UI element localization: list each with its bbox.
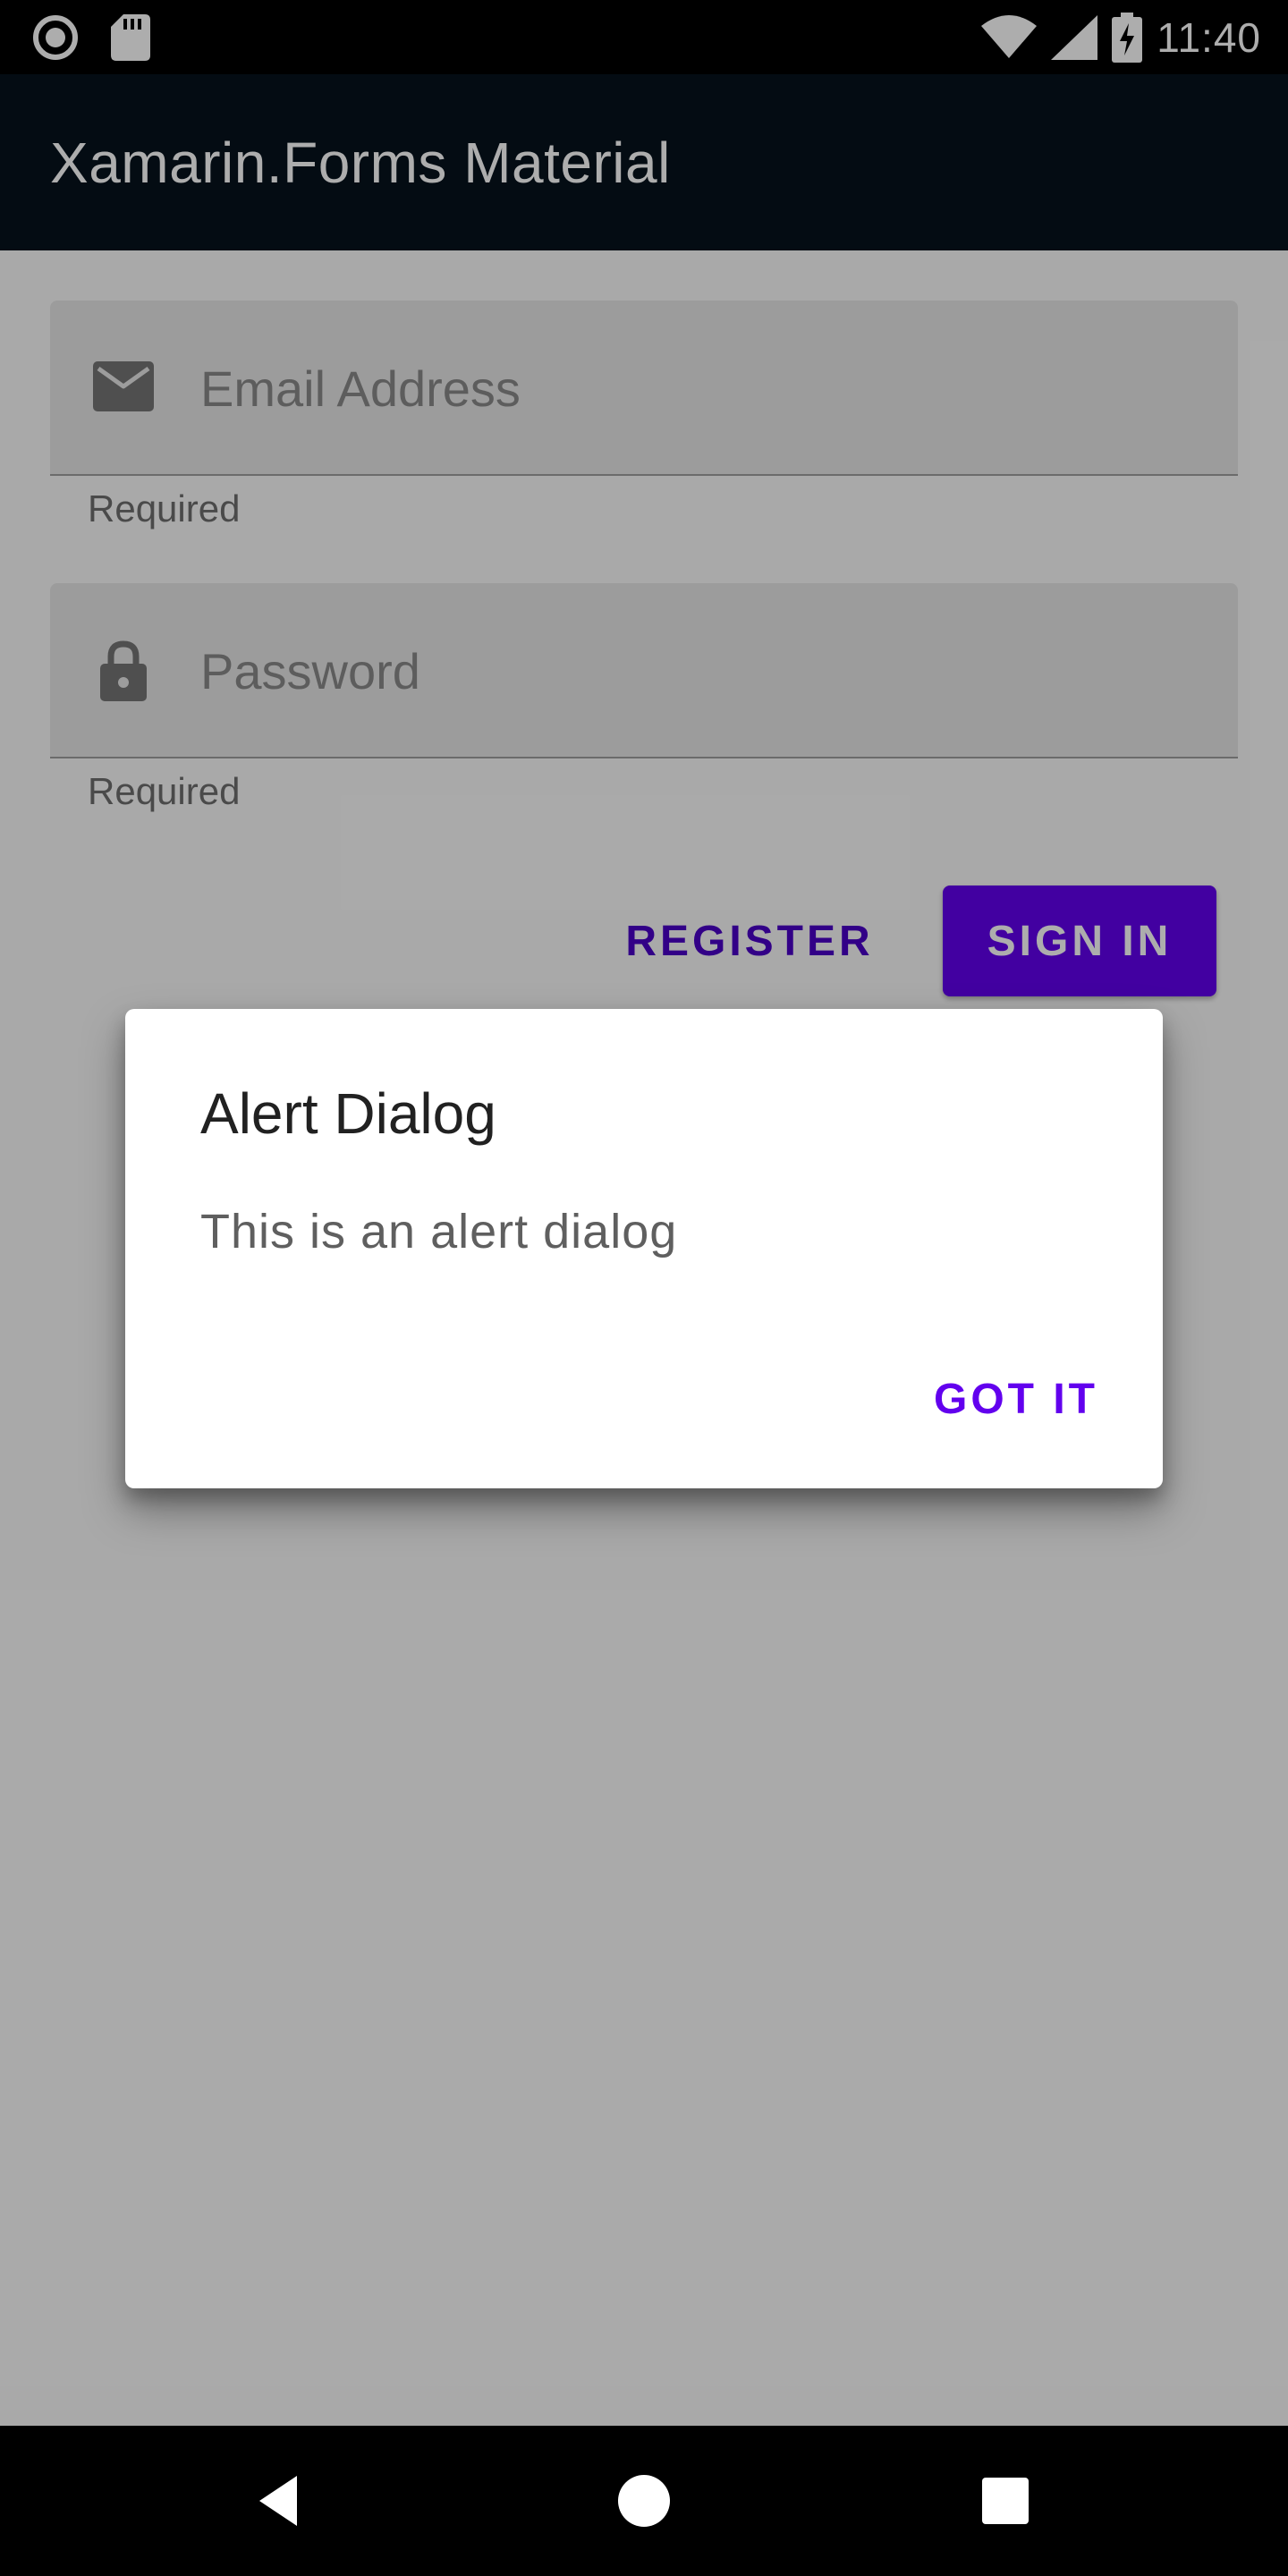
- recents-icon[interactable]: [970, 2465, 1041, 2537]
- home-icon[interactable]: [608, 2465, 680, 2537]
- screen: 11:40 Xamarin.Forms Material Email Addre…: [0, 0, 1288, 2576]
- dialog-message: This is an alert dialog: [200, 1205, 678, 1258]
- back-icon[interactable]: [247, 2465, 318, 2537]
- navigation-bar: [0, 2426, 1288, 2576]
- dialog-title: Alert Dialog: [200, 1081, 496, 1146]
- alert-dialog: Alert Dialog This is an alert dialog GOT…: [125, 1009, 1163, 1488]
- got-it-button[interactable]: GOT IT: [919, 1349, 1113, 1449]
